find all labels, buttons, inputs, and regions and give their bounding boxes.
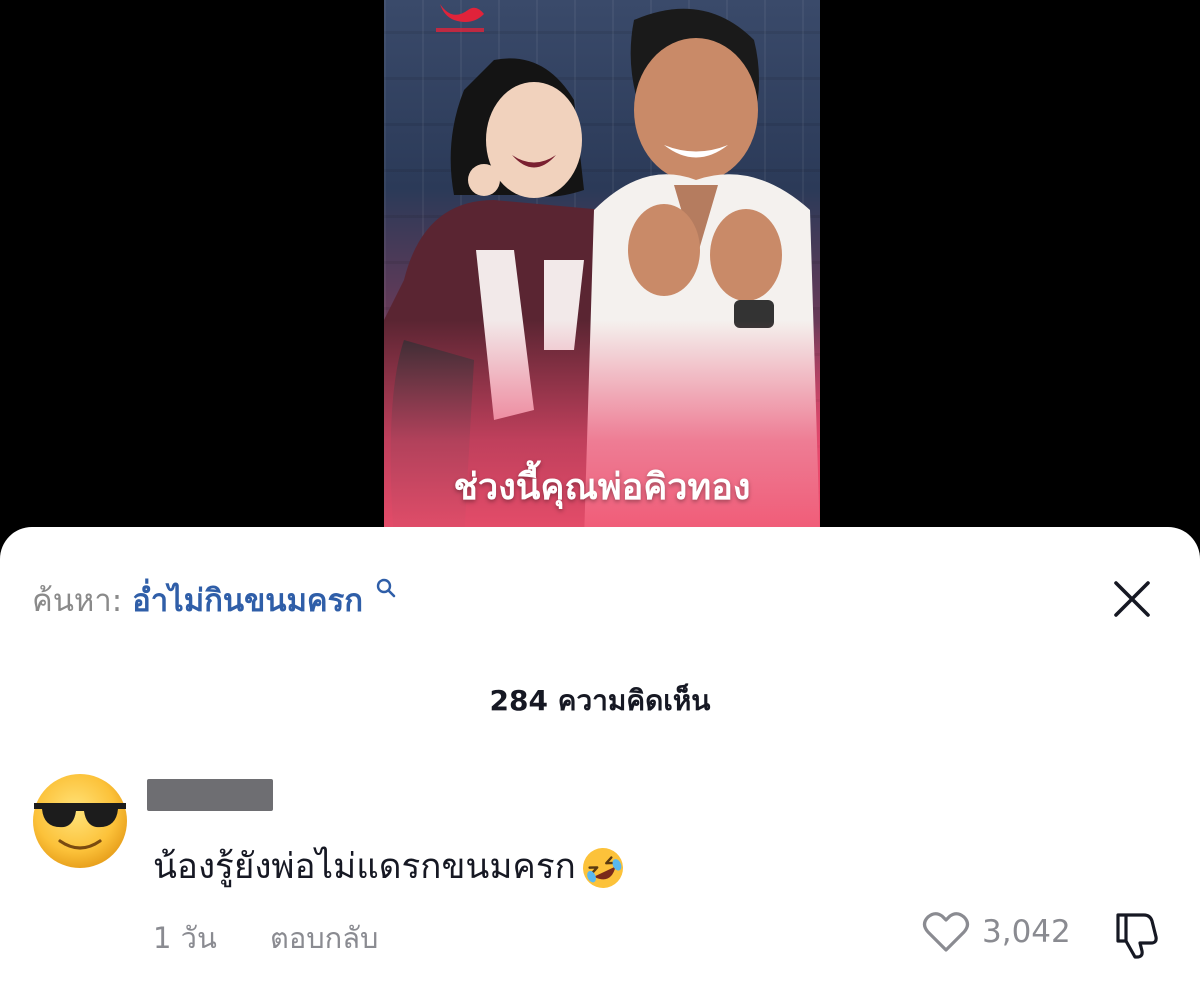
comment-count: 284 ความคิดเห็น xyxy=(489,684,711,717)
dislike-icon[interactable] xyxy=(1112,911,1162,959)
search-icon xyxy=(376,578,396,598)
comment-text: น้องรู้ยังพ่อไม่แดรกขนมครก xyxy=(153,847,576,887)
video-player[interactable]: ช่วงนี้คุณพ่อคิวทอง xyxy=(384,0,820,540)
heart-icon[interactable] xyxy=(922,911,970,953)
close-icon[interactable] xyxy=(1110,577,1154,621)
comment-age: 1 วัน xyxy=(153,921,217,955)
comments-sheet: ค้นหา: อ่ำไม่กินขนมครก 284 ความคิดเห็น น… xyxy=(0,527,1200,995)
like-count: 3,042 xyxy=(982,914,1071,950)
reply-button[interactable]: ตอบกลับ xyxy=(270,921,378,955)
rofl-emoji-icon xyxy=(582,848,623,888)
username-redacted xyxy=(147,779,273,811)
search-prefix: ค้นหา: xyxy=(32,583,123,619)
video-caption: ช่วงนี้คุณพ่อคิวทอง xyxy=(453,467,751,508)
search-suggestion[interactable]: ค้นหา: อ่ำไม่กินขนมครก xyxy=(32,575,397,625)
search-term-link[interactable]: อ่ำไม่กินขนมครก xyxy=(132,583,363,619)
sunglasses-emoji-avatar-icon[interactable] xyxy=(30,771,130,871)
like-control[interactable]: 3,042 xyxy=(922,911,1071,953)
comment-body: น้องรู้ยังพ่อไม่แดรกขนมครก xyxy=(153,839,626,894)
screen: ช่วงนี้คุณพ่อคิวทอง ค้นหา: อ่ำไม่กินขนมค… xyxy=(0,0,1200,995)
comment-meta: 1 วัน ตอบกลับ xyxy=(153,915,378,961)
